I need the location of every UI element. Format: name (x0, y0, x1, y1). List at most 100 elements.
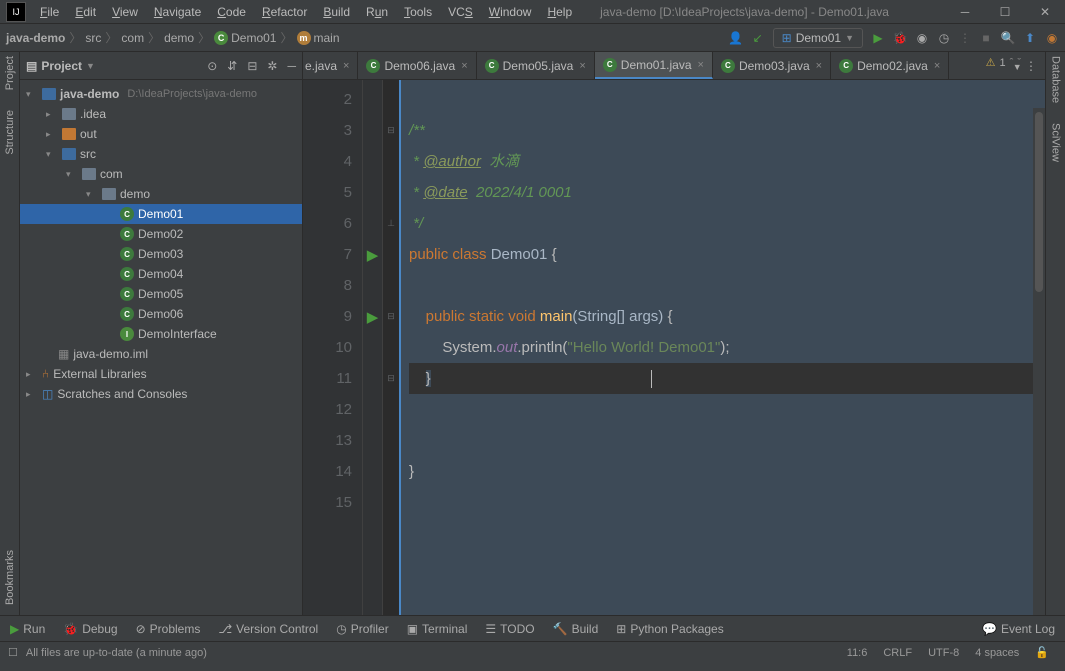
bookmarks-tool-button[interactable]: Bookmarks (4, 550, 16, 605)
close-icon[interactable]: × (343, 60, 349, 72)
structure-tool-button[interactable]: Structure (4, 110, 16, 155)
menu-build[interactable]: Build (315, 5, 358, 19)
tool-terminal[interactable]: ▣Terminal (407, 622, 468, 636)
close-icon[interactable]: × (934, 60, 940, 72)
file-encoding[interactable]: UTF-8 (920, 647, 967, 659)
readonly-icon[interactable]: 🔓 (1027, 646, 1057, 659)
crumb-class[interactable]: CDemo01 (214, 31, 276, 45)
app-logo-icon: IJ (6, 2, 26, 22)
tree-file-demo02[interactable]: CDemo02 (20, 224, 302, 244)
tool-event-log[interactable]: 💬Event Log (982, 622, 1055, 636)
close-icon[interactable]: × (579, 60, 585, 72)
tool-run[interactable]: ▶Run (10, 622, 45, 636)
class-icon: C (603, 58, 617, 72)
tree-iml[interactable]: ▦java-demo.iml (20, 344, 302, 364)
sciview-tool-button[interactable]: SciView (1050, 123, 1062, 162)
status-icon[interactable]: ☐ (8, 646, 18, 659)
right-tool-gutter: Database SciView (1045, 52, 1065, 615)
menu-window[interactable]: Window (481, 5, 540, 19)
run-class-icon[interactable]: ▶ (367, 246, 379, 264)
project-panel: ▤ Project ▼ ⊙ ⇵ ⊟ ✲ ─ ▾java-demoD:\IdeaP… (20, 52, 303, 615)
debug-button[interactable]: 🐞 (893, 31, 907, 45)
settings-icon[interactable]: ✲ (267, 59, 277, 73)
status-bar: ☐ All files are up-to-date (a minute ago… (0, 641, 1065, 663)
class-icon: C (120, 267, 134, 281)
inspection-indicator[interactable]: ⚠ 1 ˆˇ (986, 56, 1021, 69)
ide-settings-icon[interactable]: ◉ (1045, 31, 1059, 45)
tree-src[interactable]: ▾src (20, 144, 302, 164)
code-text[interactable]: /** * @author 水滴 * @date 2022/4/1 0001 *… (399, 80, 1045, 615)
tree-file-demo06[interactable]: CDemo06 (20, 304, 302, 324)
tool-python[interactable]: ⊞Python Packages (616, 622, 723, 636)
tool-vcs[interactable]: ⎇Version Control (218, 622, 318, 636)
project-tool-button[interactable]: Project (4, 56, 16, 90)
close-icon[interactable]: × (461, 60, 467, 72)
tree-file-demo04[interactable]: CDemo04 (20, 264, 302, 284)
crumb-project[interactable]: java-demo (6, 31, 65, 45)
crumb-com[interactable]: com (121, 31, 144, 45)
tool-todo[interactable]: ☰TODO (485, 622, 534, 636)
menu-vcs[interactable]: VCS (440, 5, 481, 19)
class-icon: C (366, 59, 380, 73)
tab-demo05[interactable]: CDemo05.java× (477, 52, 595, 79)
run-button[interactable]: ▶ (871, 31, 885, 45)
menu-navigate[interactable]: Navigate (146, 5, 209, 19)
add-user-icon[interactable]: 👤 (729, 31, 743, 45)
project-panel-title[interactable]: ▤ Project ▼ (26, 59, 95, 73)
tab-demo01[interactable]: CDemo01.java× (595, 52, 713, 79)
database-tool-button[interactable]: Database (1050, 56, 1062, 103)
close-icon[interactable]: × (698, 59, 704, 71)
select-opened-icon[interactable]: ⊙ (207, 59, 217, 73)
tool-profiler[interactable]: ◷Profiler (336, 622, 389, 636)
menu-refactor[interactable]: Refactor (254, 5, 315, 19)
tree-root[interactable]: ▾java-demoD:\IdeaProjects\java-demo (20, 84, 302, 104)
tool-debug[interactable]: 🐞Debug (63, 622, 117, 636)
menu-help[interactable]: Help (539, 5, 580, 19)
stop-button[interactable]: ■ (979, 31, 993, 45)
close-button[interactable]: ✕ (1025, 5, 1065, 19)
collapse-all-icon[interactable]: ⊟ (247, 59, 257, 73)
crumb-demo[interactable]: demo (164, 31, 194, 45)
tool-problems[interactable]: ⊘Problems (136, 622, 201, 636)
tree-out[interactable]: ▸out (20, 124, 302, 144)
tree-file-demo03[interactable]: CDemo03 (20, 244, 302, 264)
close-icon[interactable]: × (816, 60, 822, 72)
run-method-icon[interactable]: ▶ (367, 308, 379, 326)
tab-partial[interactable]: e.java× (303, 52, 358, 79)
vcs-update-icon[interactable]: ↙ (751, 31, 765, 45)
maximize-button[interactable]: ☐ (985, 5, 1025, 19)
tree-file-demo01[interactable]: CDemo01 (20, 204, 302, 224)
crumb-method[interactable]: mmain (297, 31, 340, 45)
tab-demo02[interactable]: CDemo02.java× (831, 52, 949, 79)
menu-edit[interactable]: Edit (67, 5, 104, 19)
tree-file-interface[interactable]: IDemoInterface (20, 324, 302, 344)
caret-position[interactable]: 11:6 (839, 647, 876, 659)
tab-demo06[interactable]: CDemo06.java× (358, 52, 476, 79)
tree-scratches[interactable]: ▸◫Scratches and Consoles (20, 384, 302, 404)
tree-external-libs[interactable]: ▸⑃External Libraries (20, 364, 302, 384)
tab-demo03[interactable]: CDemo03.java× (713, 52, 831, 79)
menu-tools[interactable]: Tools (396, 5, 440, 19)
coverage-button[interactable]: ◉ (915, 31, 929, 45)
tree-com[interactable]: ▾com (20, 164, 302, 184)
code-area[interactable]: 23 45 67 89 1011 1213 1415 ▶ ▶ ⊟⊥ ⊟⊟ (303, 80, 1045, 615)
crumb-src[interactable]: src (85, 31, 101, 45)
menu-file[interactable]: File (32, 5, 67, 19)
menu-view[interactable]: View (104, 5, 146, 19)
vertical-scrollbar[interactable] (1033, 108, 1045, 615)
run-config-selector[interactable]: ⊞ Demo01 ▼ (773, 28, 863, 48)
search-icon[interactable]: 🔍 (1001, 31, 1015, 45)
sync-icon[interactable]: ⬆ (1023, 31, 1037, 45)
tool-build[interactable]: 🔨Build (553, 622, 599, 636)
tree-demo[interactable]: ▾demo (20, 184, 302, 204)
profile-button[interactable]: ◷ (937, 31, 951, 45)
menu-code[interactable]: Code (209, 5, 254, 19)
tree-idea[interactable]: ▸.idea (20, 104, 302, 124)
menu-run[interactable]: Run (358, 5, 396, 19)
hide-panel-icon[interactable]: ─ (287, 59, 296, 73)
expand-all-icon[interactable]: ⇵ (227, 59, 237, 73)
tree-file-demo05[interactable]: CDemo05 (20, 284, 302, 304)
line-separator[interactable]: CRLF (875, 647, 920, 659)
minimize-button[interactable]: ─ (945, 5, 985, 19)
indent-setting[interactable]: 4 spaces (967, 647, 1027, 659)
